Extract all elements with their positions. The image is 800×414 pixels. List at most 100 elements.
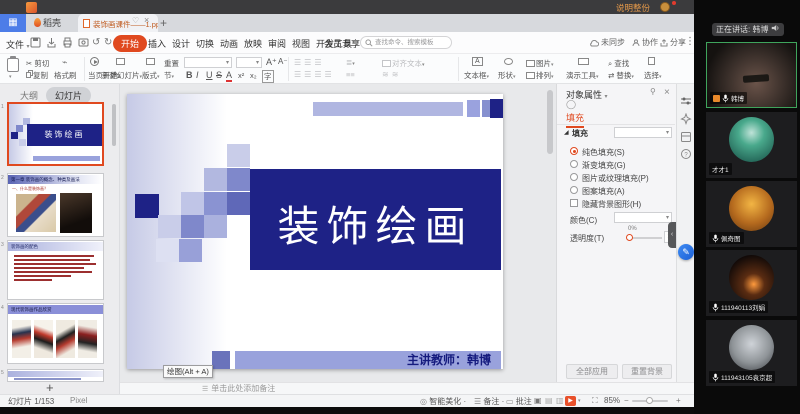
- add-slide-button[interactable]: +: [46, 380, 54, 395]
- font-size-combo[interactable]: [236, 57, 262, 68]
- bold-button[interactable]: B: [186, 70, 193, 80]
- favorite-heart-icon[interactable]: ♡: [132, 16, 139, 25]
- tab-home[interactable]: 开始: [113, 35, 147, 52]
- fill-preset-combo[interactable]: [614, 127, 672, 138]
- arrange-button[interactable]: 排列▾: [526, 70, 554, 81]
- panel-scrollbar[interactable]: [112, 104, 116, 146]
- sync-status-button[interactable]: 未同步: [590, 37, 625, 48]
- shapes-button[interactable]: 形状▾: [498, 70, 516, 81]
- panel-collapse-handle[interactable]: ‹: [668, 222, 676, 248]
- gradient-fill-label[interactable]: 渐变填充(G): [582, 160, 626, 171]
- video-tile-yuanjingchao[interactable]: 111943105袁京超: [706, 320, 797, 386]
- tab-view[interactable]: 视图: [292, 37, 310, 50]
- present-tools-button[interactable]: 演示工具▾: [566, 70, 599, 81]
- play-slideshow-button[interactable]: ▶: [565, 396, 576, 406]
- strikethrough-button[interactable]: S: [216, 70, 222, 80]
- radio-pattern-fill[interactable]: [570, 186, 578, 194]
- layout-button[interactable]: 版式▾: [142, 70, 160, 81]
- cut-button[interactable]: ✂ 剪切: [26, 58, 49, 69]
- indent-tools[interactable]: ≡≡: [346, 70, 355, 79]
- zoom-in-button[interactable]: +: [676, 396, 681, 405]
- superscript-button[interactable]: x²: [238, 71, 244, 80]
- pin-icon[interactable]: ⚲: [650, 87, 656, 96]
- properties-strip-icon[interactable]: [680, 94, 692, 106]
- reset-background-button[interactable]: 重置背景: [622, 364, 672, 379]
- panel-close-icon[interactable]: ×: [664, 87, 670, 98]
- fill-tab[interactable]: 填充: [566, 111, 584, 128]
- collaborate-button[interactable]: 协作: [632, 37, 658, 48]
- save-icon[interactable]: [30, 37, 41, 48]
- subscript-button[interactable]: x₂: [250, 71, 257, 80]
- underline-button[interactable]: U: [206, 70, 213, 80]
- new-tab-button[interactable]: +: [160, 14, 167, 32]
- new-slide-button[interactable]: 新建幻灯片▾: [102, 70, 142, 81]
- canvas-scrollbar[interactable]: [547, 90, 553, 154]
- zoom-level[interactable]: 85%: [604, 396, 620, 405]
- radio-gradient-fill[interactable]: [570, 160, 578, 168]
- layout-strip-icon[interactable]: [680, 130, 692, 142]
- list-tools[interactable]: ☰☰☰: [294, 58, 325, 67]
- assistant-icon[interactable]: ✎: [678, 244, 694, 260]
- format-painter-button[interactable]: 格式刷: [54, 70, 77, 81]
- command-search-input[interactable]: 查找命令、搜索模板: [360, 36, 452, 49]
- paste-button[interactable]: [7, 58, 19, 72]
- font-family-combo[interactable]: [184, 57, 232, 68]
- apply-all-button[interactable]: 全部应用: [566, 364, 618, 379]
- video-tile-hanbo[interactable]: 韩博: [706, 42, 797, 108]
- picture-button[interactable]: 图片▾: [526, 58, 554, 69]
- read-view-button[interactable]: ▥: [556, 396, 564, 405]
- tab-design[interactable]: 设计: [172, 37, 190, 50]
- reset-button[interactable]: 重置: [164, 58, 179, 69]
- play-caret-icon[interactable]: ▾: [578, 398, 581, 404]
- user-avatar-icon[interactable]: [660, 2, 670, 12]
- char-effect-button[interactable]: 字: [262, 70, 274, 83]
- slide-thumbnail-2[interactable]: 第一章 装饰画的概念、种类及画法 一、什么是装饰画？: [7, 173, 104, 237]
- find-button[interactable]: ⌕ 查找: [608, 58, 629, 69]
- file-menu[interactable]: 文件 ▾: [6, 38, 30, 51]
- print-icon[interactable]: [62, 37, 73, 48]
- smart-beautify-button[interactable]: ◎ 智能美化 ·: [420, 396, 466, 407]
- solid-fill-label[interactable]: 纯色填充(S): [582, 147, 625, 158]
- transparency-slider[interactable]: [628, 237, 662, 239]
- title-banner[interactable]: 装饰绘画: [250, 169, 501, 270]
- paragraph-tools[interactable]: ≋≋: [382, 70, 401, 79]
- italic-button[interactable]: I: [196, 70, 199, 80]
- replace-button[interactable]: ⇄ 替换▾: [608, 70, 634, 81]
- video-tile-caicai1[interactable]: 才才1: [706, 112, 797, 178]
- undo-icon[interactable]: ↺: [92, 37, 100, 48]
- zoom-slider-thumb[interactable]: [646, 397, 653, 404]
- tab-member-vip[interactable]: 会员专享: [324, 37, 360, 50]
- align-tools[interactable]: ☰☰☰☰: [294, 70, 335, 79]
- transparency-slider-thumb[interactable]: [626, 234, 633, 241]
- slide-thumbnail-5[interactable]: [7, 369, 104, 382]
- select-button[interactable]: 选择▾: [644, 70, 662, 81]
- footer-band[interactable]: 主讲教师：韩博: [235, 351, 501, 369]
- tab-review[interactable]: 审阅: [268, 37, 286, 50]
- video-tile-peiqitu[interactable]: 佩奇图: [706, 181, 797, 247]
- hide-background-label[interactable]: 隐藏背景图形(H): [582, 199, 641, 210]
- comments-button[interactable]: ▭ 批注: [506, 396, 532, 407]
- pattern-fill-label[interactable]: 图案填充(A): [582, 186, 625, 197]
- slide-thumbnail-4[interactable]: 现代装饰画作品欣赏: [7, 303, 104, 364]
- effects-strip-icon[interactable]: [680, 112, 692, 124]
- preview-icon[interactable]: [78, 37, 89, 48]
- slide-thumbnail-3[interactable]: 装饰画的配色: [7, 240, 104, 300]
- home-tab[interactable]: ▦: [0, 14, 26, 32]
- color-picker-combo[interactable]: [614, 212, 672, 223]
- zoom-out-button[interactable]: −: [624, 396, 629, 405]
- radio-solid-fill[interactable]: [570, 147, 578, 155]
- normal-view-button[interactable]: ▣: [534, 396, 542, 405]
- decrease-font-button[interactable]: A⁻: [278, 57, 288, 66]
- fit-slide-icon[interactable]: ⛶: [592, 396, 598, 406]
- tab-insert[interactable]: 插入: [148, 37, 166, 50]
- font-color-button[interactable]: A: [226, 70, 232, 82]
- video-tile-liujuan[interactable]: 111940113刘娟: [706, 250, 797, 316]
- copy-button[interactable]: 复制: [26, 70, 48, 81]
- collapse-triangle-icon[interactable]: ◢: [564, 129, 569, 136]
- tab-close-icon[interactable]: ×: [144, 15, 149, 25]
- docer-tab[interactable]: 稻壳: [30, 15, 76, 32]
- slide[interactable]: 装饰绘画 主讲教师：韩博: [127, 94, 503, 369]
- tab-slideshow[interactable]: 放映: [244, 37, 262, 50]
- radio-picture-fill[interactable]: [570, 173, 578, 181]
- help-strip-icon[interactable]: ?: [680, 148, 692, 160]
